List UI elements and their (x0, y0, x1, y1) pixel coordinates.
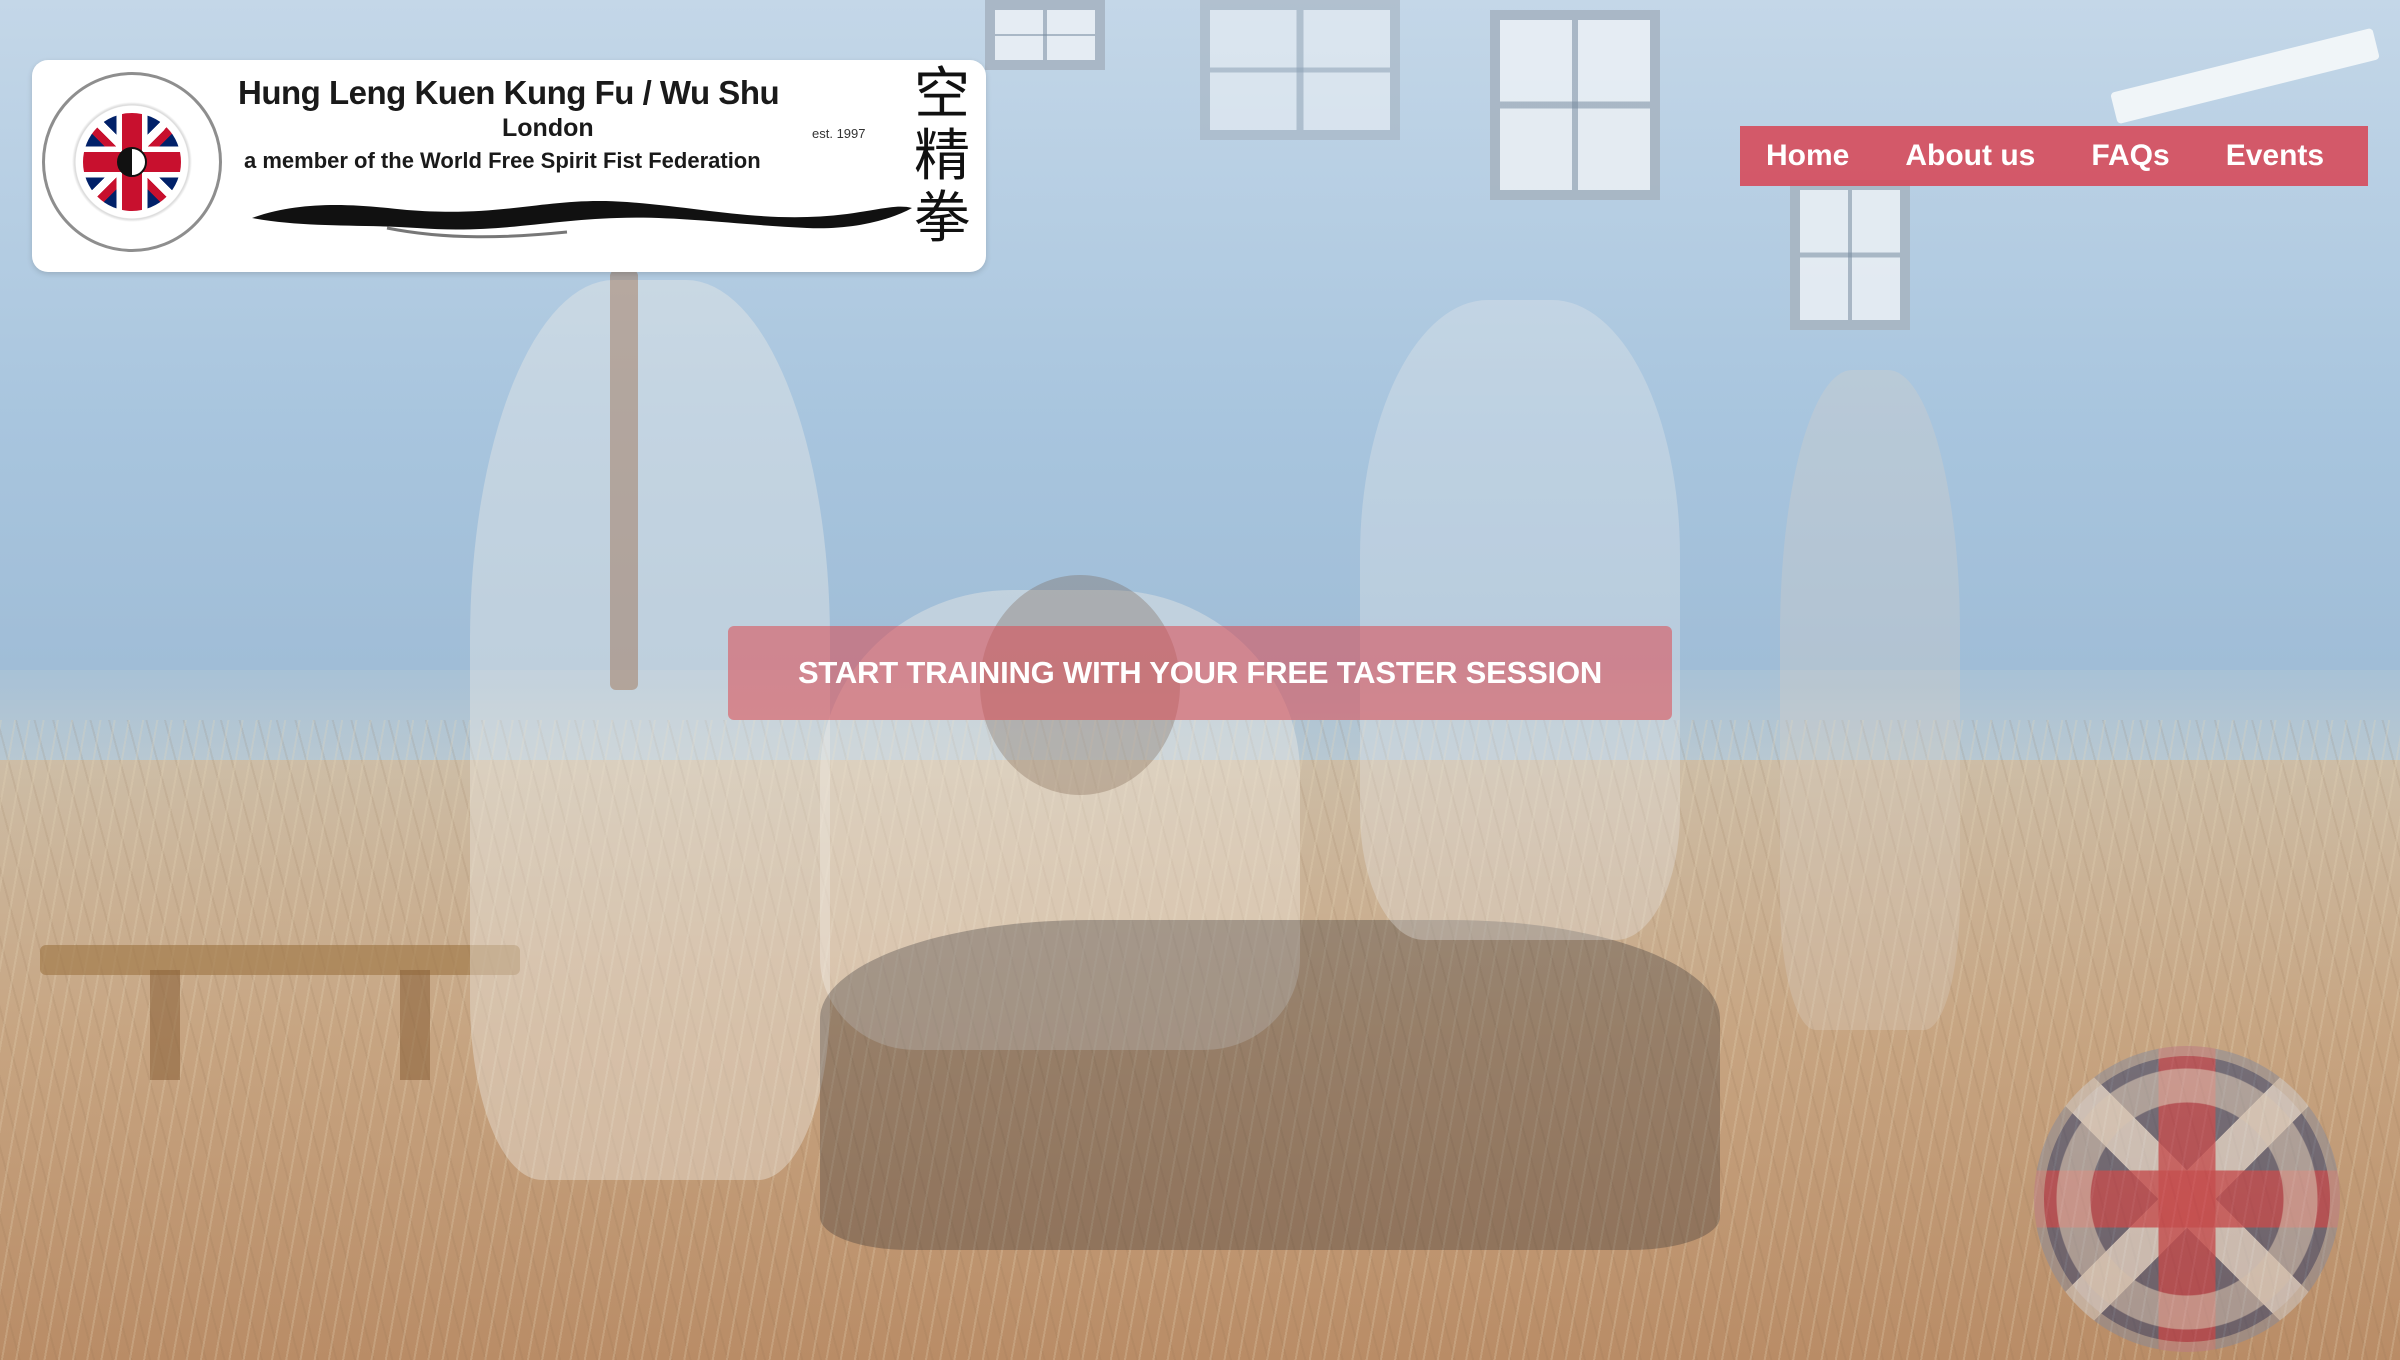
bench-leg (150, 970, 180, 1080)
practitioner-figure (470, 280, 830, 1180)
nav-item-faqs[interactable]: FAQs (2091, 139, 2169, 173)
union-flag-icon (83, 113, 181, 211)
wooden-staff (610, 270, 638, 690)
background-window (1490, 10, 1660, 200)
free-taster-session-button[interactable]: START TRAINING WITH YOUR FREE TASTER SES… (728, 626, 1672, 720)
logo-member-line: a member of the World Free Spirit Fist F… (244, 148, 761, 173)
practitioner-figure (820, 920, 1720, 1250)
logo-established: est. 1997 (812, 126, 866, 141)
site-logo[interactable]: Hung Leng Kuen Kung Fu / Wu Shu London e… (32, 60, 986, 272)
logo-city: London (502, 114, 594, 142)
practitioner-figure (1780, 370, 1960, 1030)
wooden-bench (40, 945, 520, 975)
background-window (1200, 0, 1400, 140)
yin-yang-icon (117, 147, 147, 177)
logo-chinese-characters: 空精拳 (914, 62, 970, 251)
background-window (985, 0, 1105, 70)
bench-leg (400, 970, 430, 1080)
federation-emblem-icon (42, 72, 222, 252)
nav-item-home[interactable]: Home (1766, 139, 1849, 173)
logo-title: Hung Leng Kuen Kung Fu / Wu Shu (238, 74, 780, 111)
practitioner-figure (1360, 300, 1680, 940)
brush-stroke-icon (252, 200, 912, 239)
hero-banner: Hung Leng Kuen Kung Fu / Wu Shu London e… (0, 0, 2400, 1360)
background-window (1790, 180, 1910, 330)
nav-item-about-us[interactable]: About us (1905, 139, 2035, 173)
nav-item-events[interactable]: Events (2226, 139, 2324, 173)
main-navigation: Home About us FAQs Events (1740, 126, 2368, 186)
federation-watermark-icon (2034, 1046, 2340, 1352)
